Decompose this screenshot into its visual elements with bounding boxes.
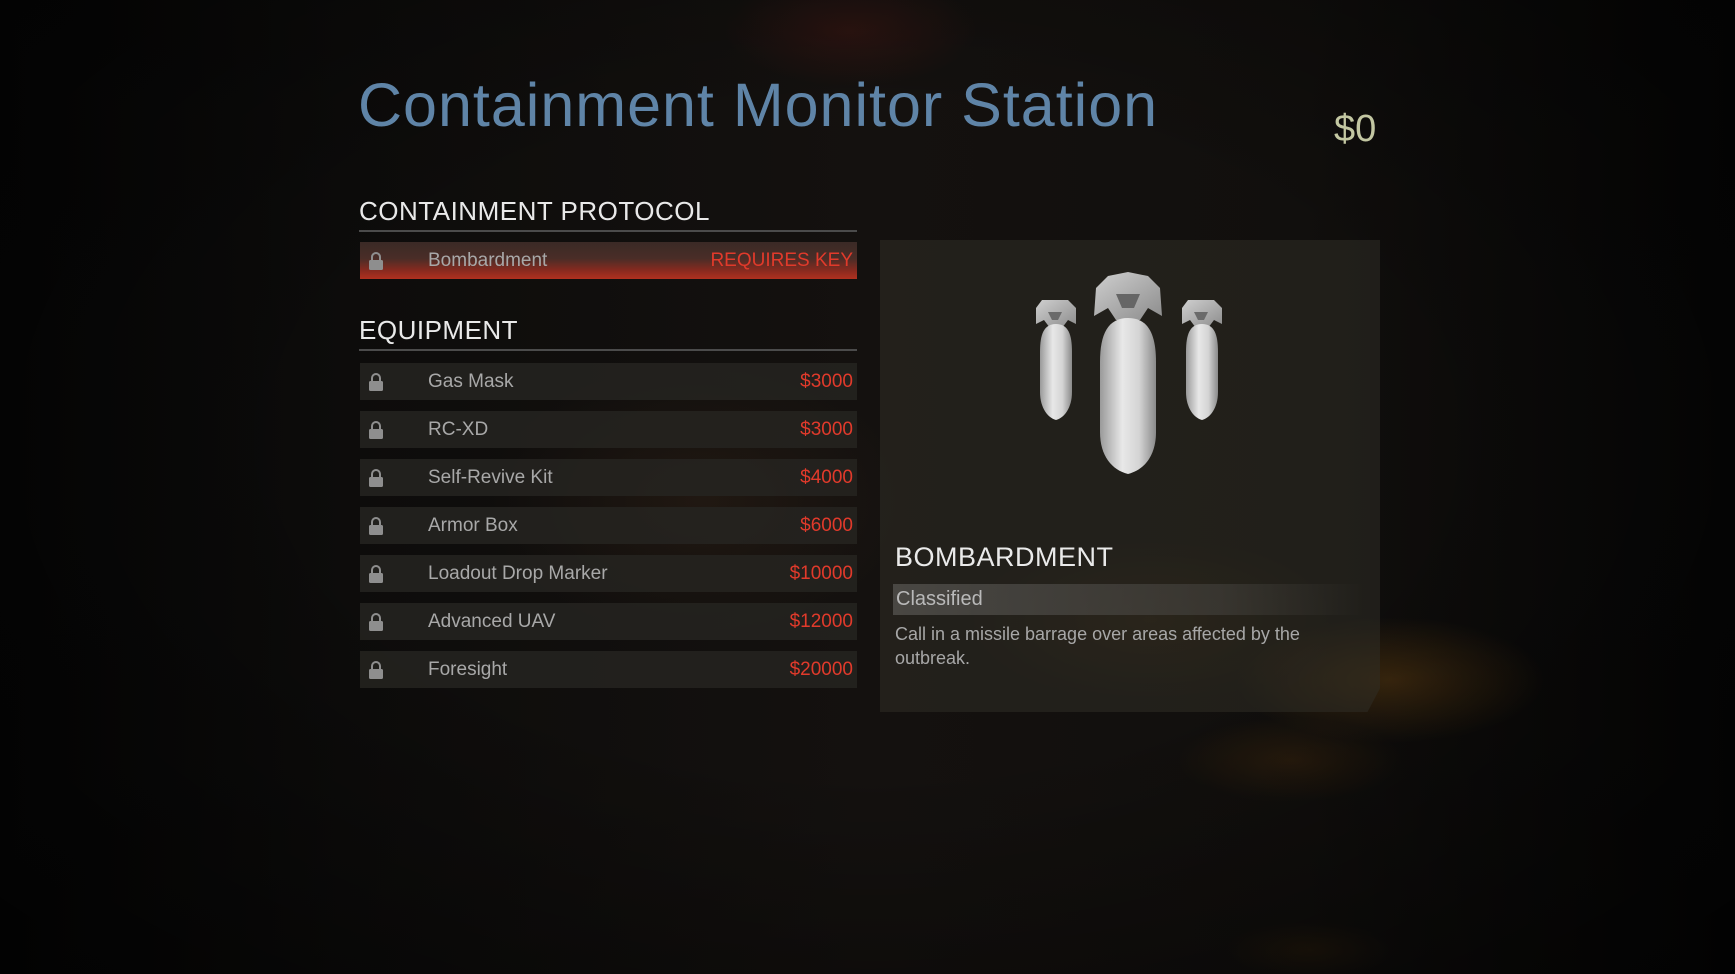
list-item-self-revive-kit[interactable]: Self-Revive Kit $4000 (360, 459, 857, 496)
page-title: Containment Monitor Station (358, 71, 1159, 139)
lock-icon (368, 564, 384, 584)
item-label: Self-Revive Kit (428, 466, 553, 488)
list-item-rc-xd[interactable]: RC-XD $3000 (360, 411, 857, 448)
item-price: $3000 (800, 370, 853, 392)
item-label: Foresight (428, 658, 508, 680)
bomb-center (1094, 272, 1162, 474)
bomb-right (1182, 300, 1222, 420)
list-item-armor-box[interactable]: Armor Box $6000 (360, 507, 857, 544)
list-item-advanced-uav[interactable]: Advanced UAV $12000 (360, 603, 857, 640)
money-counter: $0 (1334, 108, 1377, 150)
section-header-equipment: EQUIPMENT (359, 315, 857, 351)
item-label: RC-XD (428, 418, 489, 440)
lock-icon (368, 660, 384, 680)
item-price: $4000 (800, 466, 853, 488)
bombs-image (1036, 272, 1222, 474)
lock-icon (368, 468, 384, 488)
lock-icon (368, 516, 384, 536)
item-label: Armor Box (428, 514, 518, 536)
list-item-foresight[interactable]: Foresight $20000 (360, 651, 857, 688)
lock-icon (368, 251, 384, 271)
list-item-gas-mask[interactable]: Gas Mask $3000 (360, 363, 857, 400)
category-bar: Classified (893, 584, 1363, 615)
category-label: Classified (896, 588, 983, 610)
item-label: Loadout Drop Marker (428, 562, 608, 584)
list-item-bombardment[interactable]: Bombardment REQUIRES KEY (360, 242, 857, 279)
lock-icon (368, 372, 384, 392)
detail-title: BOMBARDMENT (895, 542, 1114, 572)
background-vignette (0, 0, 1735, 974)
item-label: Advanced UAV (428, 610, 556, 632)
lock-icon (368, 612, 384, 632)
item-price: $12000 (789, 610, 853, 632)
lock-icon (368, 420, 384, 440)
section-header-containment-protocol: CONTAINMENT PROTOCOL (359, 196, 857, 232)
item-price: $20000 (789, 658, 853, 680)
item-status: REQUIRES KEY (710, 249, 853, 271)
bomb-left (1036, 300, 1076, 420)
item-price: $3000 (800, 418, 853, 440)
detail-description: Call in a missile barrage over areas aff… (895, 624, 1300, 668)
list-item-loadout-drop-marker[interactable]: Loadout Drop Marker $10000 (360, 555, 857, 592)
item-price: $6000 (800, 514, 853, 536)
item-label: Gas Mask (428, 370, 514, 392)
item-price: $10000 (789, 562, 853, 584)
item-label: Bombardment (428, 249, 548, 271)
